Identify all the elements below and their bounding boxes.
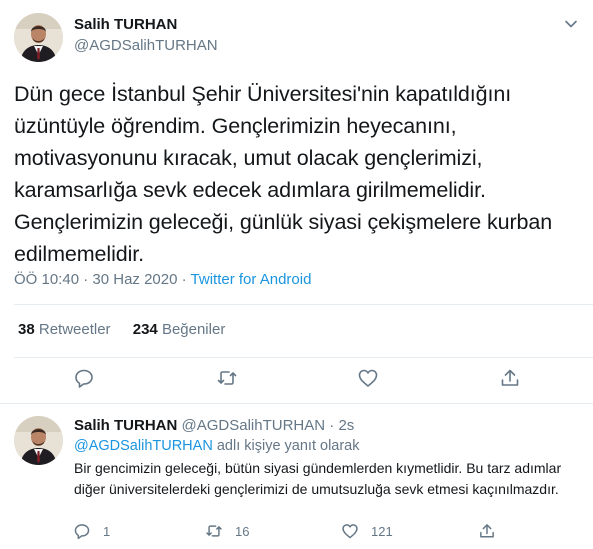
reply-share-button[interactable] — [478, 521, 508, 541]
like-label: Beğeniler — [161, 321, 226, 338]
meta-separator: · — [177, 271, 191, 288]
reply-author-name[interactable]: Salih TURHAN — [74, 417, 177, 434]
retweet-icon[interactable] — [216, 367, 238, 389]
reply-retweet-button[interactable]: 16 — [205, 521, 249, 541]
retweets-stat[interactable]: 38 Retweetler — [18, 321, 111, 338]
divider — [14, 304, 593, 305]
tweet-text: Dün gece İstanbul Şehir Üniversitesi'nin… — [14, 82, 553, 266]
reply-age[interactable]: 2s — [338, 417, 354, 434]
share-icon — [480, 524, 494, 538]
meta-separator: · — [79, 271, 93, 288]
reply-count: 1 — [103, 523, 111, 539]
replying-to-suffix: adlı kişiye yanıt olarak — [216, 438, 360, 454]
tweet-stats: 38 Retweetler 234 Beğeniler — [18, 321, 243, 338]
share-icon[interactable] — [499, 367, 521, 389]
reply-reply-button[interactable]: 1 — [73, 521, 110, 541]
tweet-source-link[interactable]: Twitter for Android — [191, 271, 312, 288]
like-count: 234 — [132, 321, 158, 338]
reply-retweet-count: 16 — [235, 523, 250, 539]
avatar[interactable] — [14, 416, 63, 465]
tweet-actions — [0, 367, 593, 393]
tweet-date[interactable]: 30 Haz 2020 — [92, 271, 177, 288]
main-tweet: Salih TURHAN @AGDSalihTURHAN Dün gece İs… — [0, 0, 593, 404]
retweet-icon — [206, 525, 222, 537]
like-icon[interactable] — [357, 367, 379, 389]
author-handle[interactable]: @AGDSalihTURHAN — [74, 37, 218, 54]
reply-text: Bir gencimizin geleceği, bütün siyasi gü… — [74, 460, 562, 497]
replying-to-handle[interactable]: @AGDSalihTURHAN — [74, 438, 213, 454]
retweet-count: 38 — [18, 321, 35, 338]
replying-to: @AGDSalihTURHAN adlı kişiye yanıt olarak — [74, 438, 360, 454]
tweet-time[interactable]: ÖÖ 10:40 — [14, 271, 79, 288]
retweet-label: Retweetler — [38, 321, 111, 338]
reply-header: Salih TURHAN @AGDSalihTURHAN · 2s — [74, 417, 355, 434]
caret-down-icon[interactable] — [563, 16, 579, 32]
author-name[interactable]: Salih TURHAN — [74, 16, 177, 33]
tweet-metadata: ÖÖ 10:40 · 30 Haz 2020 · Twitter for And… — [14, 271, 311, 288]
likes-stat[interactable]: 234 Beğeniler — [133, 321, 226, 338]
avatar[interactable] — [14, 13, 63, 62]
divider — [14, 357, 593, 358]
like-icon — [342, 524, 358, 539]
reply-icon[interactable] — [73, 367, 95, 389]
reply-like-count: 121 — [371, 523, 393, 539]
reply-actions: 1 16 121 — [0, 521, 593, 541]
reply-author-handle[interactable]: @AGDSalihTURHAN — [182, 417, 326, 434]
reply-like-button[interactable]: 121 — [341, 521, 393, 541]
reply-icon — [74, 524, 90, 540]
